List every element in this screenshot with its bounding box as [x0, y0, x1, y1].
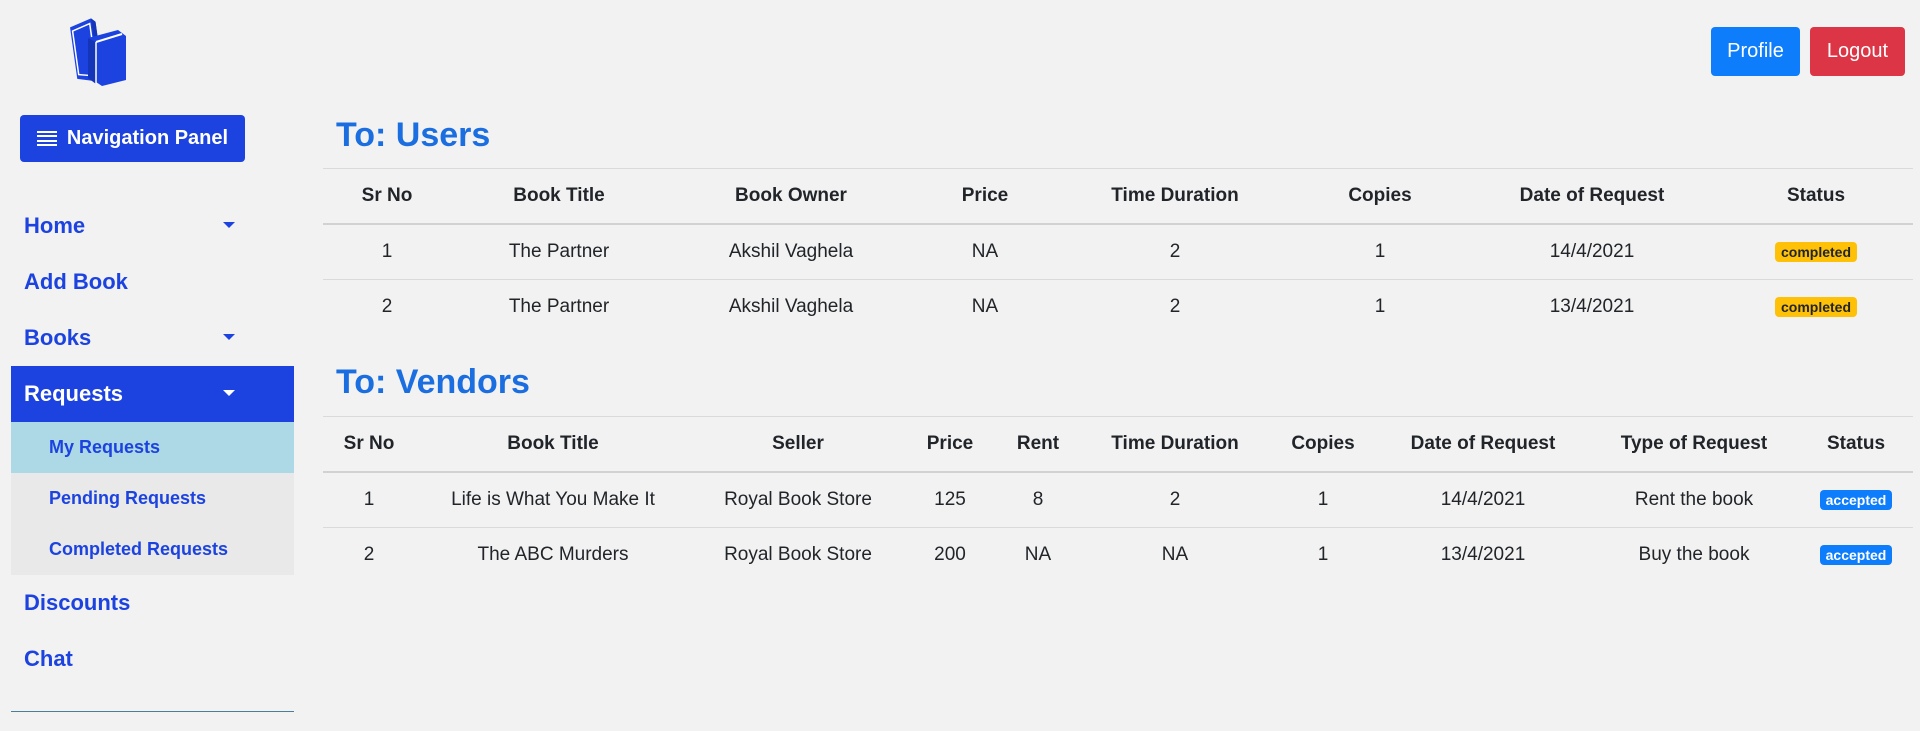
column-header: Copies	[1295, 168, 1465, 225]
menu-icon	[36, 131, 57, 146]
navigation-panel-button[interactable]: Navigation Panel	[20, 115, 245, 162]
caret-down-icon	[223, 334, 235, 340]
cell-book-title: The Partner	[451, 279, 667, 334]
sidebar-divider	[11, 711, 294, 712]
sidebar-item-add-book[interactable]: Add Book	[11, 254, 294, 310]
column-header: Date of Request	[1465, 168, 1719, 225]
column-header: Seller	[691, 416, 905, 473]
cell-status: accepted	[1799, 527, 1913, 582]
caret-down-icon	[223, 390, 235, 396]
column-header: Price	[915, 168, 1055, 225]
cell-status: accepted	[1799, 471, 1913, 528]
logout-button[interactable]: Logout	[1810, 27, 1905, 76]
users-section-title: To: Users	[336, 116, 491, 154]
cell-date-of-request: 13/4/2021	[1465, 279, 1719, 334]
vendors-section-title: To: Vendors	[336, 363, 530, 401]
cell-type-of-request: Buy the book	[1589, 527, 1799, 582]
column-header: Sr No	[323, 416, 415, 473]
sidebar-item-label: Chat	[24, 646, 73, 671]
column-header: Sr No	[323, 168, 451, 225]
table-row: 2 The Partner Akshil Vaghela NA 2 1 13/4…	[323, 279, 1913, 334]
cell-price: NA	[915, 279, 1055, 334]
column-header: Time Duration	[1081, 416, 1269, 473]
cell-time-duration: 2	[1055, 279, 1295, 334]
table-row: 2 The ABC Murders Royal Book Store 200 N…	[323, 527, 1913, 582]
cell-time-duration: 2	[1081, 471, 1269, 528]
navigation-panel-label: Navigation Panel	[66, 127, 229, 149]
cell-price: 125	[905, 471, 995, 528]
status-badge: completed	[1774, 242, 1857, 262]
sidebar: Navigation Panel Home Add Book Books Req…	[0, 0, 305, 731]
sidebar-item-chat[interactable]: Chat	[11, 631, 294, 687]
cell-date-of-request: 14/4/2021	[1377, 471, 1589, 528]
submenu-item-completed-requests[interactable]: Completed Requests	[11, 524, 294, 575]
cell-copies: 1	[1269, 471, 1377, 528]
status-badge: accepted	[1819, 490, 1893, 510]
cell-status: completed	[1719, 279, 1913, 334]
sidebar-item-discounts[interactable]: Discounts	[11, 575, 294, 631]
cell-rent: NA	[995, 527, 1081, 582]
cell-time-duration: NA	[1081, 527, 1269, 582]
cell-book-title: The ABC Murders	[415, 527, 691, 582]
cell-rent: 8	[995, 471, 1081, 528]
caret-down-icon	[223, 222, 235, 228]
table-header-row: Sr No Book Title Book Owner Price Time D…	[323, 168, 1913, 225]
cell-book-title: Life is What You Make It	[415, 471, 691, 528]
table-header-row: Sr No Book Title Seller Price Rent Time …	[323, 416, 1913, 473]
users-requests-table: Sr No Book Title Book Owner Price Time D…	[323, 168, 1913, 334]
column-header: Date of Request	[1377, 416, 1589, 473]
cell-seller: Royal Book Store	[691, 471, 905, 528]
sidebar-item-label: Add Book	[24, 269, 128, 294]
cell-seller: Royal Book Store	[691, 527, 905, 582]
column-header: Status	[1799, 416, 1913, 473]
column-header: Book Title	[451, 168, 667, 225]
status-badge: completed	[1774, 297, 1857, 317]
column-header: Type of Request	[1589, 416, 1799, 473]
requests-submenu: My Requests Pending Requests Completed R…	[11, 422, 294, 575]
column-header: Book Owner	[667, 168, 915, 225]
cell-copies: 1	[1295, 223, 1465, 280]
cell-price: NA	[915, 223, 1055, 280]
table-row: 1 Life is What You Make It Royal Book St…	[323, 471, 1913, 528]
column-header: Status	[1719, 168, 1913, 225]
sidebar-item-requests[interactable]: Requests	[11, 366, 294, 422]
sidebar-item-label: Home	[24, 213, 86, 238]
cell-book-title: The Partner	[451, 223, 667, 280]
sidebar-item-label: Requests	[24, 381, 124, 406]
status-badge: accepted	[1819, 545, 1893, 565]
submenu-item-pending-requests[interactable]: Pending Requests	[11, 473, 294, 524]
cell-sr-no: 2	[323, 279, 451, 334]
cell-time-duration: 2	[1055, 223, 1295, 280]
cell-copies: 1	[1295, 279, 1465, 334]
column-header: Rent	[995, 416, 1081, 473]
cell-status: completed	[1719, 223, 1913, 280]
cell-book-owner: Akshil Vaghela	[667, 223, 915, 280]
cell-sr-no: 1	[323, 223, 451, 280]
sidebar-item-label: Books	[24, 325, 92, 350]
sidebar-item-home[interactable]: Home	[11, 198, 294, 254]
sidebar-item-label: Discounts	[24, 590, 131, 615]
cell-copies: 1	[1269, 527, 1377, 582]
sidebar-item-books[interactable]: Books	[11, 310, 294, 366]
cell-sr-no: 2	[323, 527, 415, 582]
column-header: Price	[905, 416, 995, 473]
profile-button[interactable]: Profile	[1711, 27, 1800, 76]
sidebar-menu: Home Add Book Books Requests My Requests…	[11, 198, 294, 687]
cell-book-owner: Akshil Vaghela	[667, 279, 915, 334]
cell-sr-no: 1	[323, 471, 415, 528]
cell-date-of-request: 14/4/2021	[1465, 223, 1719, 280]
column-header: Copies	[1269, 416, 1377, 473]
column-header: Time Duration	[1055, 168, 1295, 225]
vendors-requests-table: Sr No Book Title Seller Price Rent Time …	[323, 416, 1913, 582]
table-row: 1 The Partner Akshil Vaghela NA 2 1 14/4…	[323, 223, 1913, 280]
books-icon[interactable]	[66, 14, 134, 88]
cell-price: 200	[905, 527, 995, 582]
cell-date-of-request: 13/4/2021	[1377, 527, 1589, 582]
cell-type-of-request: Rent the book	[1589, 471, 1799, 528]
submenu-item-my-requests[interactable]: My Requests	[11, 422, 294, 473]
column-header: Book Title	[415, 416, 691, 473]
